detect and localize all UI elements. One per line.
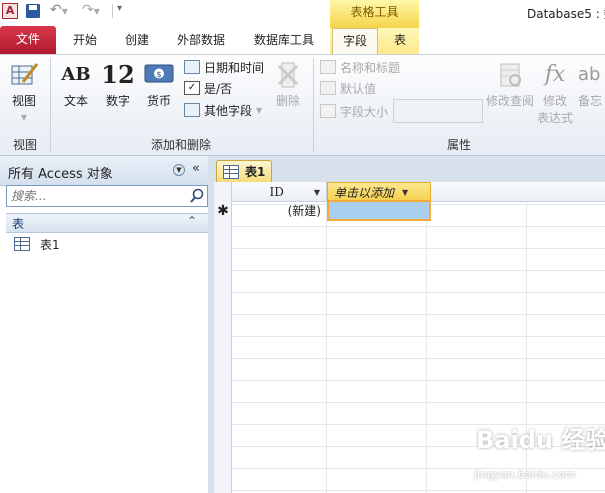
watermark-url: jingyan.baidu.com <box>474 468 576 481</box>
checkbox-icon: ✓ <box>184 81 200 95</box>
default-value-label: 默认值 <box>340 81 377 96</box>
chevron-down-icon[interactable]: ▼ <box>314 188 320 197</box>
yes-no-label: 是/否 <box>204 81 233 96</box>
collapse-pane-icon[interactable]: « <box>192 161 200 176</box>
tab-database-tools[interactable]: 数据库工具 <box>244 28 324 54</box>
memo-settings-label: 备忘 <box>578 94 603 108</box>
currency-label: 货币 <box>146 94 171 108</box>
nav-section-tables[interactable] <box>6 213 208 233</box>
date-time-button[interactable]: 日期和时间 <box>184 57 264 77</box>
nav-item-table1[interactable]: 表1 <box>14 234 60 254</box>
more-fields-button[interactable]: 其他字段 ▼ <box>184 100 262 120</box>
text-label: 文本 <box>63 94 88 108</box>
currency-field-button[interactable]: $ 货币 <box>141 60 177 112</box>
number-label: 数字 <box>105 94 130 108</box>
memo-icon: ab <box>578 64 601 85</box>
text-type-icon: AB <box>61 64 91 85</box>
nav-item-label: 表1 <box>40 237 60 252</box>
view-label: 视图 <box>11 94 36 108</box>
nav-search-input[interactable] <box>11 188 183 204</box>
document-tab-label: 表1 <box>245 165 266 179</box>
chevron-down-icon[interactable]: ▼ <box>173 164 185 176</box>
yes-no-button[interactable]: ✓ 是/否 <box>184 78 232 98</box>
group-label-views: 视图 <box>12 138 37 152</box>
text-field-button[interactable]: AB 文本 <box>58 60 94 112</box>
nav-section-label: 表 <box>12 217 25 231</box>
currency-icon: $ <box>144 64 174 83</box>
document-tab-table1[interactable]: 表1 <box>216 160 272 182</box>
memo-settings-button[interactable]: ab 备忘 <box>578 60 605 112</box>
tab-external-data[interactable]: 外部数据 <box>166 28 236 54</box>
access-logo-icon[interactable]: A <box>2 3 18 19</box>
cell-id-new-record[interactable]: (新建) <box>232 202 327 220</box>
column-header-label: 单击以添加 <box>334 185 395 200</box>
chevron-down-icon: ▼ <box>20 113 28 122</box>
cell-click-to-add-selected[interactable] <box>327 200 431 221</box>
watermark-logo: Baidu 经验 <box>476 426 605 454</box>
name-caption-icon <box>320 60 336 74</box>
new-record-marker[interactable]: ✱ <box>214 202 232 220</box>
modify-expression-label-2: 表达式 <box>536 111 573 125</box>
record-selector-column[interactable] <box>214 182 232 493</box>
default-value-button[interactable]: 默认值 <box>320 78 376 98</box>
nav-search-box <box>6 185 208 207</box>
tab-table[interactable]: 表 <box>382 28 418 54</box>
more-fields-label: 其他字段 <box>204 103 253 118</box>
column-header-label: ID <box>269 185 284 199</box>
name-caption-label: 名称和标题 <box>340 60 401 75</box>
calendar-icon <box>184 60 200 74</box>
svg-text:$: $ <box>156 70 161 79</box>
modify-expression-label: 修改 <box>542 94 567 108</box>
qat-divider <box>112 4 113 18</box>
tab-home[interactable]: 开始 <box>60 28 110 54</box>
customize-qat-icon[interactable]: ▾ <box>117 3 122 14</box>
redo-icon[interactable]: ↷▼ <box>82 2 100 18</box>
number-type-icon: 12 <box>101 60 135 89</box>
field-size-icon <box>320 104 336 118</box>
undo-icon[interactable]: ↶▼ <box>50 2 68 18</box>
chevron-down-icon[interactable]: ▼ <box>402 188 408 197</box>
column-header-click-to-add[interactable]: 单击以添加 ▼ <box>327 182 431 202</box>
default-value-icon <box>320 81 336 95</box>
field-size-label: 字段大小 <box>340 104 389 119</box>
search-icon[interactable] <box>189 188 205 204</box>
function-icon: fx <box>544 62 566 87</box>
column-header-id[interactable]: ID ▼ <box>232 182 327 202</box>
modify-lookups-button[interactable]: 修改查阅 <box>484 60 536 112</box>
delete-label: 删除 <box>275 94 300 108</box>
tab-file[interactable]: 文件 <box>0 26 56 54</box>
modify-expression-button[interactable]: fx 修改 表达式 <box>536 60 574 125</box>
date-time-label: 日期和时间 <box>204 60 265 75</box>
table-icon <box>223 164 239 179</box>
tab-create[interactable]: 创建 <box>112 28 162 54</box>
table-icon <box>14 237 30 251</box>
group-label-properties: 属性 <box>446 138 471 152</box>
more-fields-icon <box>184 103 200 117</box>
view-icon <box>11 63 39 85</box>
modify-lookups-icon <box>500 63 521 87</box>
chevron-down-icon: ▼ <box>256 105 263 115</box>
nav-pane-title[interactable]: 所有 Access 对象 <box>8 163 113 182</box>
window-title: Database5 : 数 <box>527 7 605 21</box>
number-field-button[interactable]: 12 数字 <box>100 60 136 112</box>
view-button[interactable]: 视图 ▼ <box>4 60 44 122</box>
group-label-add-delete: 添加和删除 <box>150 138 211 152</box>
modify-lookups-label: 修改查阅 <box>485 94 534 108</box>
context-group-header: 表格工具 <box>330 0 419 28</box>
field-size-control[interactable]: 字段大小 <box>320 101 388 121</box>
delete-field-button[interactable]: 删除 <box>270 60 306 112</box>
name-caption-button[interactable]: 名称和标题 <box>320 57 400 77</box>
collapse-section-icon[interactable]: ⌃ <box>187 214 197 228</box>
delete-column-icon <box>277 62 299 88</box>
save-icon[interactable] <box>26 4 40 18</box>
field-size-input[interactable] <box>393 99 483 123</box>
tab-field[interactable]: 字段 <box>332 28 378 54</box>
